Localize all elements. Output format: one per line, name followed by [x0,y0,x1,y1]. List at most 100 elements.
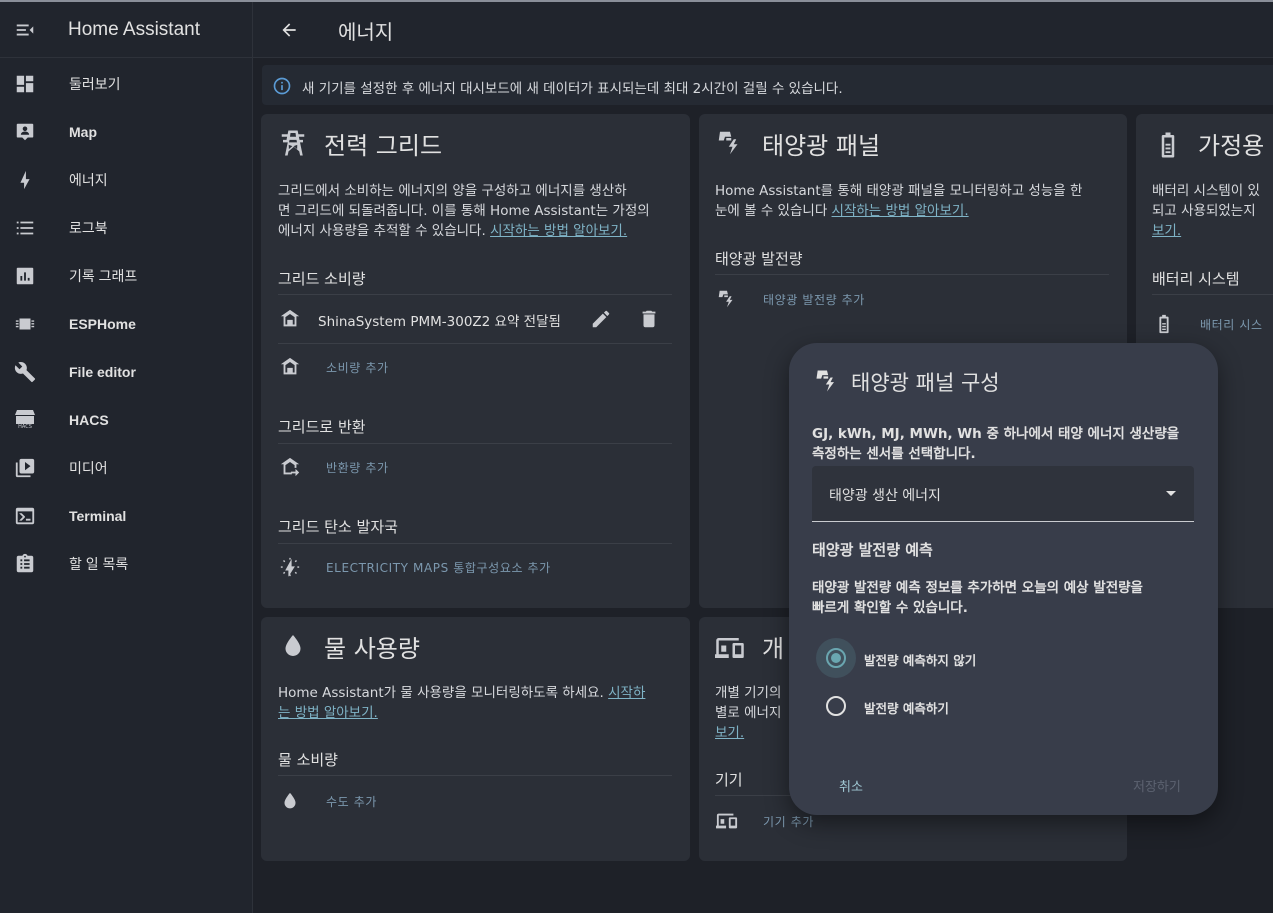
sidebar-item-todo[interactable]: 할 일 목록 [0,544,252,584]
clipboard-list-icon [14,553,36,575]
battery-system-title: 배터리 시스템 [1152,270,1240,288]
battery-card-title: 가정용 [1198,132,1265,160]
grid-consumption-sensor: ShinaSystem PMM-300Z2 요약 전달됨 [318,314,561,330]
delete-icon[interactable] [638,308,660,330]
console-icon [14,505,36,527]
sidebar-item-label: HACS [69,412,109,428]
add-battery-button[interactable]: 배터리 시스 [1200,316,1263,333]
radio-no-forecast[interactable] [826,648,846,668]
sidebar-item-label: ESPHome [69,316,136,332]
transmission-tower-import-icon [279,308,301,330]
lightning-dashed-circle-icon [279,556,301,578]
information-outline-icon [272,76,292,96]
transmission-tower-import-icon [279,356,301,378]
add-return-button[interactable]: 반환량 추가 [326,459,389,476]
divider [278,543,672,544]
dialog-title: 태양광 패널 구성 [851,371,1000,395]
dialog-description: GJ, kWh, MJ, MWh, Wh 중 하나에서 태양 에너지 생산량을 … [812,426,1180,462]
learn-more-link[interactable]: 시작하는 방법 알아보기. [490,223,627,239]
learn-more-link[interactable]: 보기. [1152,223,1181,239]
grid-return-title: 그리드로 반환 [278,418,366,436]
lightning-bolt-icon [14,169,36,191]
sidebar-item-label: Map [69,124,97,140]
divider [1152,294,1273,295]
divider [715,274,1109,275]
sidebar-item-hacs[interactable]: HACS HACS [0,400,252,440]
grid-card-description: 그리드에서 소비하는 에너지의 양을 구성하고 에너지를 생산하 면 그리드에 … [278,183,650,239]
banner-text: 새 기기를 설정한 후 에너지 대시보드에 새 데이터가 표시되는데 최대 2시… [302,81,843,97]
forecast-title: 태양광 발전량 예측 [812,541,933,559]
solar-power-icon [813,367,841,395]
sidebar-item-label: 둘러보기 [69,76,121,92]
app-title: Home Assistant [68,18,200,40]
sidebar-item-esphome[interactable]: ESPHome [0,304,252,344]
devices-title: 기기 [715,771,743,789]
map-account-icon [14,121,36,143]
sidebar-item-media[interactable]: 미디어 [0,448,252,488]
water-icon [278,631,308,661]
sidebar-item-label: 에너지 [69,172,108,188]
sidebar-item-overview[interactable]: 둘러보기 [0,64,252,104]
radio-no-forecast-label[interactable]: 발전량 예측하지 않기 [864,650,976,669]
forecast-description: 태양광 발전량 예측 정보를 추가하면 오늘의 예상 발전량을 빠르게 확인할 … [812,580,1143,616]
radio-forecast[interactable] [826,696,846,716]
water-card: 물 사용량 Home Assistant가 물 사용량을 모니터링하도록 하세요… [261,617,690,861]
sidebar: Home Assistant 둘러보기 Map 에너지 로그북 기록 그래프 E… [0,2,253,913]
divider [278,343,672,344]
chip-icon [14,313,36,335]
learn-more-link[interactable]: 시작하는 방법 알아보기. [832,203,969,219]
sidebar-item-label: 미디어 [69,460,108,476]
learn-more-link[interactable]: 보기. [715,725,744,741]
water-consumption-title: 물 소비량 [278,751,338,769]
divider [278,443,672,444]
add-consumption-button[interactable]: 소비량 추가 [326,359,389,376]
add-electricity-maps-button[interactable]: ELECTRICITY MAPS 통합구성요소 추가 [326,559,551,576]
water-card-title: 물 사용량 [324,635,420,663]
sidebar-item-energy[interactable]: 에너지 [0,160,252,200]
format-list-bulleted-icon [14,217,36,239]
sidebar-item-logbook[interactable]: 로그북 [0,208,252,248]
menu-open-icon[interactable] [13,18,37,42]
hacs-store-icon: HACS [14,409,36,431]
grid-card: 전력 그리드 그리드에서 소비하는 에너지의 양을 구성하고 에너지를 생산하 … [261,114,690,608]
sidebar-item-label: File editor [69,364,136,380]
solar-card-description: Home Assistant를 통해 태양광 패널을 모니터링하고 성능을 한 … [715,183,1083,219]
grid-card-title: 전력 그리드 [324,132,443,160]
divider [278,775,672,776]
arrow-left-icon[interactable] [279,20,299,40]
wrench-icon [14,361,36,383]
water-icon [279,790,301,812]
menu-down-icon [1166,491,1176,496]
devices-icon [715,633,745,663]
solar-production-title: 태양광 발전량 [715,250,803,268]
transmission-tower-export-icon [279,456,301,478]
save-button[interactable]: 저장하기 [1133,776,1181,795]
sidebar-item-map[interactable]: Map [0,112,252,152]
sidebar-item-label: 기록 그래프 [69,268,138,284]
pencil-icon[interactable] [590,308,612,330]
solar-sensor-select[interactable]: 태양광 생산 에너지 [812,466,1194,522]
sidebar-item-history[interactable]: 기록 그래프 [0,256,252,296]
add-water-button[interactable]: 수도 추가 [326,793,377,810]
learn-more-link[interactable]: 는 방법 알아보기. [278,705,378,721]
info-banner: 새 기기를 설정한 후 에너지 대시보드에 새 데이터가 표시되는데 최대 2시… [262,65,1273,105]
chart-box-icon [14,265,36,287]
learn-more-link[interactable]: 시작하 [608,685,645,701]
device-card-title: 개 [762,635,785,663]
add-solar-production-button[interactable]: 태양광 발전량 추가 [763,291,865,308]
radio-forecast-label[interactable]: 발전량 예측하기 [864,698,949,717]
grid-carbon-title: 그리드 탄소 발자국 [278,518,398,536]
select-value: 태양광 생산 에너지 [829,488,941,504]
add-device-button[interactable]: 기기 추가 [763,813,814,830]
sidebar-item-file-editor[interactable]: File editor [0,352,252,392]
top-app-bar: 에너지 [253,2,1273,58]
solar-power-icon [715,128,745,158]
cancel-button[interactable]: 취소 [839,776,863,795]
sidebar-item-terminal[interactable]: Terminal [0,496,252,536]
divider [278,294,672,295]
grid-consumption-title: 그리드 소비량 [278,270,366,288]
sidebar-item-label: 로그북 [69,220,108,236]
devices-icon [716,810,738,832]
sidebar-header: Home Assistant [0,2,252,58]
transmission-tower-icon [278,128,308,158]
